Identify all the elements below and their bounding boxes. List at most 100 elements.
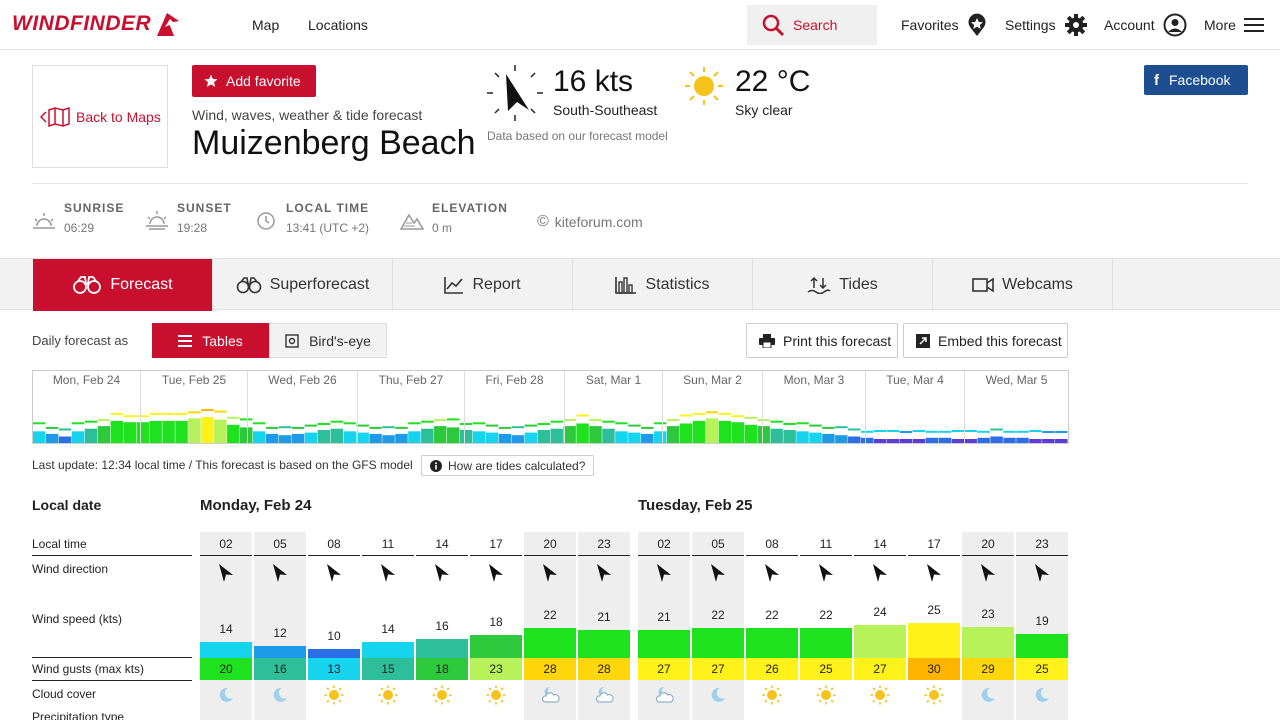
overview-day[interactable]: Tue, Mar 4 (866, 371, 965, 443)
wind-direction-arrow-icon (540, 562, 560, 584)
star-icon (204, 74, 218, 87)
search-button[interactable]: Search (747, 5, 877, 45)
current-wind-speed: 16 kts (553, 65, 634, 98)
facebook-share-button[interactable]: f Facebook (1144, 65, 1248, 95)
info-icon (430, 459, 442, 472)
wind-speed-value: 25 (927, 603, 941, 617)
overview-day[interactable]: Fri, Feb 28 (465, 371, 565, 443)
wind-direction-arrow-icon (708, 562, 728, 584)
embed-icon (916, 333, 930, 348)
local-time-info: LOCAL TIME 13:41 (UTC +2) (256, 201, 369, 235)
tab-tides[interactable]: Tides (753, 259, 933, 311)
birdseye-icon (285, 333, 299, 348)
wind-direction-arrow-icon (324, 562, 344, 584)
embed-label: Embed this forecast (938, 332, 1062, 349)
precipitation-type-row-label: Precipitation type (32, 710, 125, 720)
favorites-button[interactable]: Favorites (901, 12, 987, 38)
day-heading: Monday, Feb 24 (200, 497, 312, 514)
tab-webcams[interactable]: Webcams (933, 259, 1113, 311)
forecast-time: 08 (746, 532, 798, 556)
forecast-column: 11 14 15 (362, 532, 414, 720)
tab-tides-label: Tides (839, 276, 878, 293)
overview-day[interactable]: Tue, Feb 25 (141, 371, 248, 443)
settings-button[interactable]: Settings (1005, 12, 1088, 38)
forecast-time: 17 (908, 532, 960, 556)
embed-forecast-button[interactable]: Embed this forecast (903, 323, 1068, 358)
wind-speed-value: 22 (765, 608, 779, 623)
forecast-time: 05 (254, 532, 306, 556)
forecast-time: 14 (854, 532, 906, 556)
wind-speed-bar (746, 628, 798, 658)
overview-day-label: Sat, Mar 1 (585, 373, 642, 387)
user-icon (1163, 13, 1187, 37)
view-tables-toggle[interactable]: Tables (152, 323, 269, 358)
wind-gust-value: 28 (578, 658, 630, 680)
nav-link-map[interactable]: Map (252, 17, 279, 33)
back-to-maps-button[interactable]: Back to Maps (32, 65, 168, 168)
printer-icon (759, 333, 775, 348)
spot-subtitle: Wind, waves, weather & tide forecast (192, 107, 423, 123)
last-update-note: Last update: 12:34 local time / This for… (32, 458, 413, 472)
overview-day[interactable]: Mon, Feb 24 (33, 371, 141, 443)
view-birdseye-toggle[interactable]: Bird's-eye (269, 323, 387, 358)
nav-link-locations[interactable]: Locations (308, 17, 368, 33)
cloud-moon-icon (540, 685, 560, 705)
overview-day-label: Mon, Feb 24 (52, 373, 121, 387)
print-forecast-button[interactable]: Print this forecast (746, 323, 898, 358)
forecast-column: 02 14 20 (200, 532, 252, 720)
sun-icon (870, 685, 890, 705)
wind-speed-bar (470, 635, 522, 658)
birdseye-label: Bird's-eye (309, 332, 371, 349)
forecast-time: 02 (638, 532, 690, 556)
overview-day[interactable]: Thu, Feb 27 (358, 371, 465, 443)
forecast-time: 02 (200, 532, 252, 556)
wind-gust-value: 25 (800, 658, 852, 680)
data-source-link[interactable]: © kiteforum.com (537, 213, 643, 231)
sunrise-label: SUNRISE (64, 201, 125, 215)
elevation-icon (400, 213, 424, 230)
add-favorite-button[interactable]: Add favorite (192, 65, 316, 97)
wind-speed-bar (524, 628, 576, 658)
forecast-column: 17 25 30 (908, 532, 960, 720)
forecast-column: 05 22 27 (692, 532, 744, 720)
overview-day-label: Sun, Mar 2 (683, 373, 742, 387)
overview-day[interactable]: Mon, Mar 3 (763, 371, 866, 443)
tab-statistics-label: Statistics (645, 276, 710, 293)
forecast-column: 08 10 13 (308, 532, 360, 720)
sun-icon (685, 67, 723, 105)
wind-speed-value: 12 (273, 625, 287, 640)
forecast-overview-chart[interactable]: Mon, Feb 24 Tue, Feb 25 Wed, Feb 26 Thu, Fe… (32, 370, 1069, 444)
cloud-moon-icon (594, 685, 614, 705)
account-button[interactable]: Account (1104, 12, 1187, 38)
tides-info-button[interactable]: How are tides calculated? (421, 455, 595, 476)
tab-statistics[interactable]: Statistics (573, 259, 753, 311)
overview-day[interactable]: Sat, Mar 1 (565, 371, 663, 443)
row-divider (32, 555, 192, 556)
wind-gust-value: 27 (638, 658, 690, 680)
wind-direction-arrow-icon (816, 562, 836, 584)
tab-superforecast[interactable]: Superforecast (213, 259, 393, 311)
overview-day-label: Tue, Mar 4 (886, 373, 944, 387)
sunrise-info: SUNRISE 06:29 (32, 201, 124, 235)
overview-day[interactable]: Wed, Feb 26 (248, 371, 358, 443)
more-menu-button[interactable]: More (1204, 12, 1264, 38)
wind-speed-value: 21 (597, 610, 611, 624)
windfinder-logo[interactable]: WINDFINDER (12, 10, 181, 38)
local-time-value: 13:41 (UTC +2) (286, 221, 370, 235)
tab-report[interactable]: Report (393, 259, 573, 311)
overview-day-label: Wed, Feb 26 (268, 373, 337, 387)
overview-day[interactable]: Sun, Mar 2 (663, 371, 763, 443)
wind-speed-value: 18 (489, 615, 503, 630)
wind-speed-value: 24 (873, 604, 887, 619)
wind-gust-value: 25 (1016, 658, 1068, 680)
tab-forecast[interactable]: Forecast (33, 259, 213, 311)
forecast-column: 17 18 23 (470, 532, 522, 720)
local-time-row-label: Local time (32, 537, 87, 551)
overview-day[interactable]: Wed, Mar 5 (965, 371, 1068, 443)
cloud-cover-row-label: Cloud cover (32, 687, 97, 701)
tab-report-label: Report (472, 276, 521, 293)
wind-speed-bar (416, 638, 468, 658)
copyright-icon: © (537, 213, 549, 230)
wind-speed-bar (362, 642, 414, 658)
sunrise-value: 06:29 (64, 221, 95, 235)
